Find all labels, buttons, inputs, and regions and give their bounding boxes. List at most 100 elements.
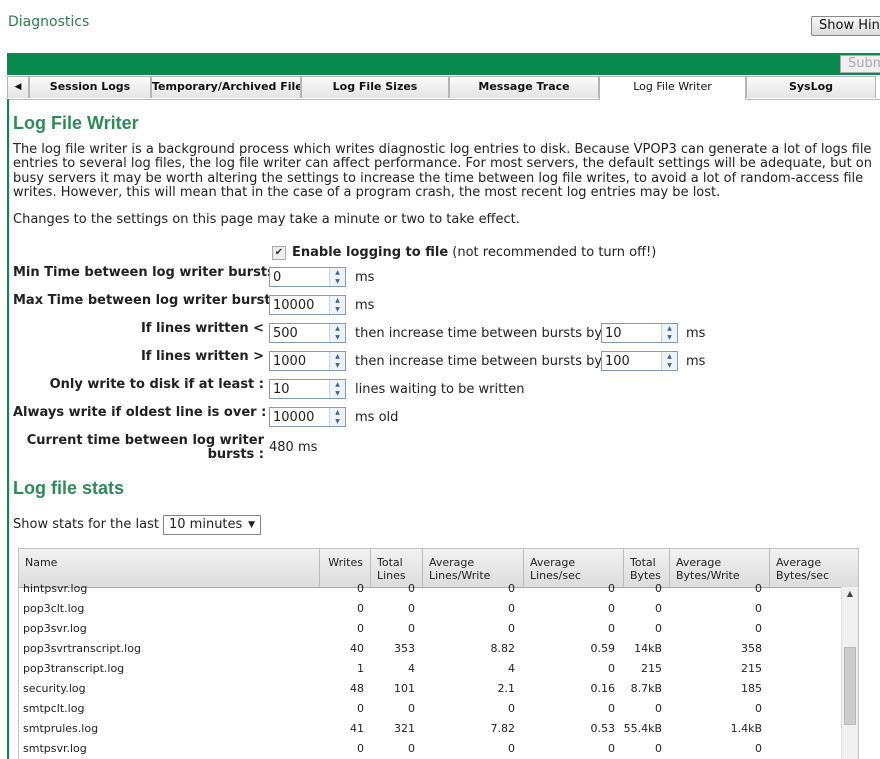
row-value-cell: 0 <box>655 702 662 715</box>
row-value-cell: 0 <box>508 602 515 615</box>
spin-up-icon[interactable]: ▲ <box>330 296 345 305</box>
row-value-cell: 48 <box>350 682 364 695</box>
lines-less-increase-text: then increase time between bursts by <box>355 326 603 341</box>
lines-greater-value: 1000 <box>273 354 307 369</box>
min-time-input[interactable]: 0 ▲ ▼ <box>269 267 346 287</box>
row-value-cell: 185 <box>741 682 762 695</box>
spin-up-icon[interactable]: ▲ <box>330 408 345 417</box>
lines-greater-increase-text: then increase time between bursts by <box>355 354 603 369</box>
row-value-cell: 8.82 <box>490 642 516 655</box>
tab-syslog[interactable]: SysLog <box>746 76 876 98</box>
show-stats-label: Show stats for the last <box>13 517 159 532</box>
row-name-cell: smtprules.log <box>23 722 99 735</box>
always-write-input[interactable]: 10000 ▲ ▼ <box>269 407 346 427</box>
enable-logging-note: (not recommended to turn off!) <box>452 245 657 260</box>
current-time-value: 480 ms <box>269 440 318 455</box>
column-header-text: Total <box>630 556 656 569</box>
spin-up-icon[interactable]: ▲ <box>662 324 677 333</box>
lines-less-increase-input[interactable]: 10 ▲ ▼ <box>601 323 678 343</box>
dropdown-arrow-icon: ▼ <box>248 520 255 530</box>
row-name-cell: pop3transcript.log <box>23 662 125 675</box>
enable-logging-label-text: Enable logging to file <box>292 245 449 260</box>
spin-down-icon[interactable]: ▼ <box>330 277 345 286</box>
lines-less-unit: ms <box>686 326 706 341</box>
tab-log-file-writer[interactable]: Log File Writer <box>599 76 746 100</box>
spin-up-icon[interactable]: ▲ <box>662 352 677 361</box>
tab-temporary-archived-files[interactable]: Temporary/Archived Files <box>151 76 301 98</box>
row-value-cell: 0 <box>608 622 615 635</box>
row-value-cell: 0 <box>655 742 662 755</box>
row-value-cell: 353 <box>394 642 415 655</box>
tab-session-logs[interactable]: Session Logs <box>29 76 151 98</box>
row-value-cell: 0 <box>408 702 415 715</box>
spin-up-icon[interactable]: ▲ <box>330 268 345 277</box>
min-time-unit: ms <box>355 270 375 285</box>
table-row: smtpsvr.log 0 0 0 0 0 0 <box>19 739 841 759</box>
row-value-cell: 14kB <box>634 642 662 655</box>
spin-up-icon[interactable]: ▲ <box>330 324 345 333</box>
row-value-cell: 0 <box>655 582 662 595</box>
row-name-cell: hintpsvr.log <box>23 582 88 595</box>
row-name-cell: smtpclt.log <box>23 702 85 715</box>
enable-logging-checkbox[interactable]: ✔ <box>272 246 286 260</box>
spin-down-icon[interactable]: ▼ <box>330 333 345 342</box>
row-value-cell: 7.82 <box>490 722 516 735</box>
row-value-cell: 0 <box>755 622 762 635</box>
submit-button[interactable]: Submit <box>840 55 880 73</box>
spin-down-icon[interactable]: ▼ <box>330 417 345 426</box>
spin-down-icon[interactable]: ▼ <box>662 361 677 370</box>
row-value-cell: 0 <box>508 742 515 755</box>
row-value-cell: 0 <box>755 702 762 715</box>
lines-greater-input[interactable]: 1000 ▲ ▼ <box>269 351 346 371</box>
lines-greater-increase-value: 100 <box>605 354 630 369</box>
row-name-cell: smtpsvr.log <box>23 742 87 755</box>
row-value-cell: 4 <box>408 662 415 675</box>
row-value-cell: 0 <box>357 702 364 715</box>
row-value-cell: 40 <box>350 642 364 655</box>
table-scrollbar[interactable]: ▲ <box>841 587 858 759</box>
table-row: smtpclt.log 0 0 0 0 0 0 <box>19 699 841 719</box>
row-value-cell: 0 <box>755 582 762 595</box>
row-value-cell: 1.4kB <box>730 722 762 735</box>
row-name-cell: pop3svr.log <box>23 622 87 635</box>
table-row: security.log 48 101 2.1 0.16 8.7kB 185 <box>19 679 841 699</box>
row-value-cell: 0 <box>755 742 762 755</box>
show-hint-button[interactable]: Show Hint <box>811 16 880 36</box>
row-value-cell: 0 <box>608 742 615 755</box>
spin-down-icon[interactable]: ▼ <box>662 333 677 342</box>
current-time-label-line2: bursts : <box>207 447 264 462</box>
scroll-up-icon[interactable]: ▲ <box>842 589 858 603</box>
row-value-cell: 0 <box>508 622 515 635</box>
tab-message-trace[interactable]: Message Trace <box>449 76 599 98</box>
row-value-cell: 0 <box>357 742 364 755</box>
spin-down-icon[interactable]: ▼ <box>330 305 345 314</box>
table-row: hintpsvr.log 0 0 0 0 0 0 <box>19 579 841 599</box>
spin-down-icon[interactable]: ▼ <box>330 389 345 398</box>
row-value-cell: 358 <box>741 642 762 655</box>
tab-log-file-sizes[interactable]: Log File Sizes <box>301 76 449 98</box>
row-value-cell: 0.16 <box>590 682 616 695</box>
log-file-stats-heading: Log file stats <box>13 478 125 498</box>
lines-less-input[interactable]: 500 ▲ ▼ <box>269 323 346 343</box>
tab-scroll-left-icon[interactable]: ◀ <box>7 76 29 98</box>
row-value-cell: 4 <box>508 662 515 675</box>
spin-up-icon[interactable]: ▲ <box>330 380 345 389</box>
max-time-input[interactable]: 10000 ▲ ▼ <box>269 295 346 315</box>
lines-greater-increase-input[interactable]: 100 ▲ ▼ <box>601 351 678 371</box>
changes-note: Changes to the settings on this page may… <box>13 212 520 227</box>
row-value-cell: 0 <box>608 582 615 595</box>
stats-period-select[interactable]: 10 minutes ▼ <box>163 515 261 535</box>
always-write-label: Always write if oldest line is over : <box>13 405 267 420</box>
intro-text: The log file writer is a background proc… <box>13 142 872 200</box>
row-value-cell: 41 <box>350 722 364 735</box>
spin-down-icon[interactable]: ▼ <box>330 361 345 370</box>
table-row: pop3svr.log 0 0 0 0 0 0 <box>19 619 841 639</box>
lines-less-value: 500 <box>273 326 298 341</box>
column-header-text: Average <box>776 556 822 569</box>
row-value-cell: 0 <box>655 622 662 635</box>
spin-up-icon[interactable]: ▲ <box>330 352 345 361</box>
scrollbar-thumb[interactable] <box>844 647 856 725</box>
only-write-input[interactable]: 10 ▲ ▼ <box>269 379 346 399</box>
row-value-cell: 0 <box>408 602 415 615</box>
stats-period-value: 10 minutes <box>169 517 243 532</box>
